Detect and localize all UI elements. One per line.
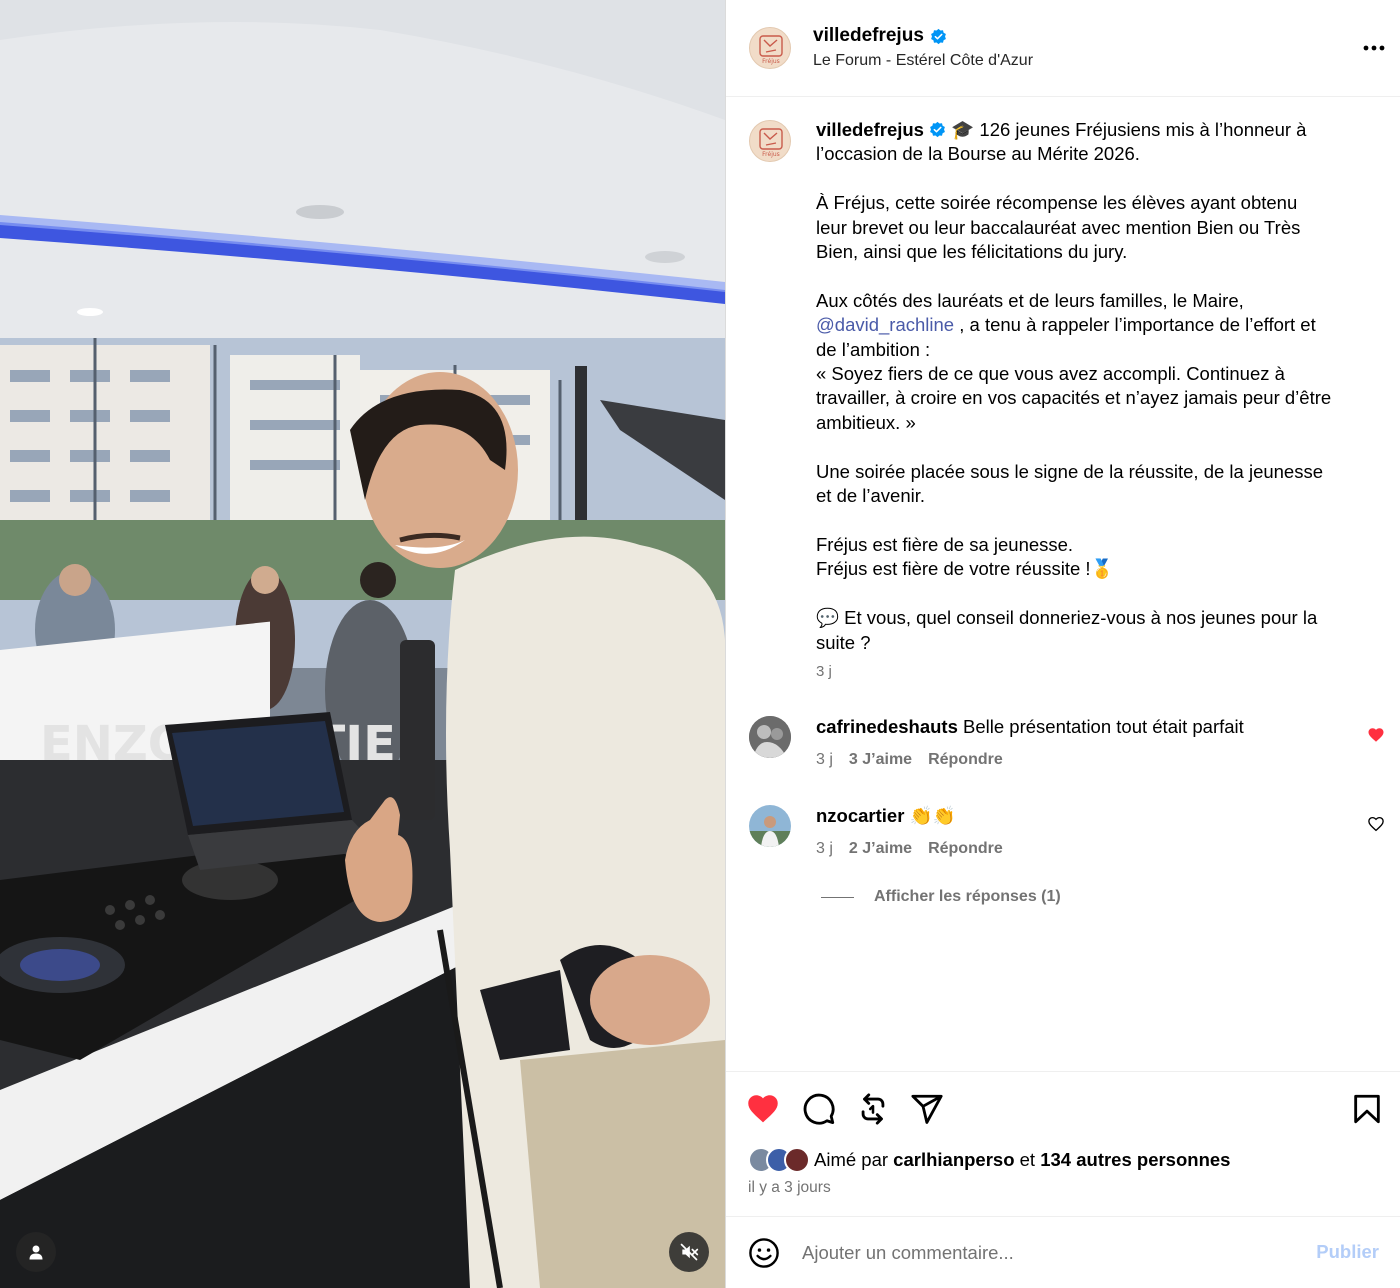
heart-icon[interactable]	[1367, 815, 1385, 833]
post-panel: Fréjus villedefrejus Le Forum - Estérel …	[725, 0, 1400, 1288]
heart-icon[interactable]	[1367, 726, 1385, 744]
caption-line: Bien, ainsi que les félicitations du jur…	[816, 241, 1128, 263]
avatar-image	[749, 805, 791, 847]
author-username[interactable]: villedefrejus	[813, 25, 924, 47]
comment-composer: Publier	[726, 1216, 1400, 1288]
comment-username[interactable]: cafrinedeshauts	[816, 716, 958, 737]
replies-divider	[821, 896, 854, 898]
comment-input[interactable]	[802, 1239, 1262, 1267]
caption-line: « Soyez fiers de ce que vous avez accomp…	[816, 363, 1285, 385]
comment-time[interactable]: 3 j	[816, 840, 833, 858]
caption-line: leur brevet ou leur baccalauréat avec me…	[816, 216, 1301, 238]
caption-avatar[interactable]: Fréjus	[749, 120, 791, 162]
user-tag-icon	[29, 1245, 43, 1260]
likes-connector: et	[1019, 1149, 1036, 1170]
caption-line: Aux côtés des lauréats et de leurs famil…	[816, 289, 1244, 311]
likes-prefix: Aimé par	[814, 1149, 889, 1170]
author-avatar[interactable]: Fréjus	[749, 27, 791, 69]
comment-likes[interactable]: 2 J’aime	[849, 840, 912, 858]
commenter-avatar[interactable]	[749, 805, 791, 847]
caption-line: Fréjus est fière de votre réussite !🥇	[816, 558, 1114, 580]
mute-button[interactable]	[669, 1232, 709, 1272]
svg-text:Fréjus: Fréjus	[762, 151, 780, 158]
comments-scroll-area[interactable]: Fréjus villedefrejus 🎓 126 jeunes Fréjus…	[726, 98, 1400, 1070]
tagged-users-button[interactable]	[16, 1232, 56, 1272]
likers-avatars[interactable]	[748, 1147, 810, 1173]
bookmark-icon[interactable]	[1350, 1092, 1384, 1126]
comment-likes[interactable]: 3 J’aime	[849, 751, 912, 769]
caption-line: , a tenu à rappeler l’importance de l’ef…	[954, 314, 1316, 336]
mention-link[interactable]: @david_rachline	[816, 314, 954, 335]
comment-text: 👏👏	[909, 805, 956, 826]
reply-button[interactable]: Répondre	[928, 840, 1003, 858]
reply-button[interactable]: Répondre	[928, 751, 1003, 769]
comment-meta: 3 j 3 J’aime Répondre	[816, 751, 1003, 769]
publish-button[interactable]: Publier	[1316, 1241, 1379, 1263]
caption-line: ambitieux. »	[816, 411, 916, 433]
likes-others[interactable]: 134 autres personnes	[1040, 1149, 1230, 1171]
avatar-image	[749, 716, 791, 758]
post-location[interactable]: Le Forum - Estérel Côte d'Azur	[813, 52, 1033, 70]
frejus-logo: Fréjus	[759, 35, 783, 65]
share-icon[interactable]	[910, 1092, 944, 1126]
comment-text-row: cafrinedeshauts Belle présentation tout …	[816, 716, 1244, 738]
comment-text: Belle présentation tout était parfait	[963, 716, 1244, 737]
repost-icon[interactable]	[856, 1092, 890, 1126]
caption-line: Une soirée placée sous le signe de la ré…	[816, 460, 1324, 482]
comment-meta: 3 j 2 J’aime Répondre	[816, 840, 1003, 858]
post-actions: Aimé par carlhianperso et 134 autres per…	[726, 1071, 1400, 1216]
view-replies-label: Afficher les réponses (1)	[874, 888, 1061, 905]
caption-text: villedefrejus 🎓 126 jeunes Fréjusiens mi…	[816, 118, 1376, 655]
comment-icon[interactable]	[802, 1092, 836, 1126]
comment-text-row: nzocartier 👏👏	[816, 805, 956, 827]
author-username-row[interactable]: villedefrejus	[813, 25, 947, 47]
view-replies-button[interactable]: Afficher les réponses (1)	[821, 888, 1061, 906]
video-frame: ENZO CARTIER	[0, 0, 725, 1288]
comment-time[interactable]: 3 j	[816, 751, 833, 769]
emoji-icon[interactable]	[748, 1237, 780, 1269]
caption-line: À Fréjus, cette soirée récompense les él…	[816, 192, 1298, 214]
comment-username[interactable]: nzocartier	[816, 805, 904, 826]
caption-line: l’occasion de la Bourse au Mérite 2026.	[816, 143, 1140, 165]
frejus-logo: Fréjus	[759, 128, 783, 158]
liker-username[interactable]: carlhianperso	[893, 1149, 1014, 1171]
mute-icon	[680, 1243, 699, 1261]
caption-username[interactable]: villedefrejus	[816, 119, 924, 140]
svg-text:Fréjus: Fréjus	[762, 58, 780, 65]
post-timestamp[interactable]: il y a 3 jours	[748, 1179, 831, 1197]
caption-line: et de l’avenir.	[816, 485, 926, 507]
caption-time[interactable]: 3 j	[816, 663, 832, 680]
post-header: Fréjus villedefrejus Le Forum - Estérel …	[726, 0, 1400, 97]
likes-summary: Aimé par carlhianperso et 134 autres per…	[748, 1147, 1230, 1173]
caption-line: 💬 Et vous, quel conseil donneriez-vous à…	[816, 607, 1318, 629]
commenter-avatar[interactable]	[749, 716, 791, 758]
post-media[interactable]: ENZO CARTIER	[0, 0, 725, 1288]
caption-line: suite ?	[816, 631, 871, 653]
verified-icon	[930, 121, 946, 138]
caption-line: travailler, à croire en vos capacités et…	[816, 387, 1332, 409]
verified-icon	[930, 28, 946, 44]
more-icon[interactable]	[1361, 38, 1387, 58]
heart-icon[interactable]	[746, 1092, 780, 1126]
caption-line: 🎓 126 jeunes Fréjusiens mis à l’honneur …	[951, 119, 1307, 140]
caption-line: Fréjus est fière de sa jeunesse.	[816, 533, 1074, 555]
caption-line: de l’ambition :	[816, 338, 931, 360]
